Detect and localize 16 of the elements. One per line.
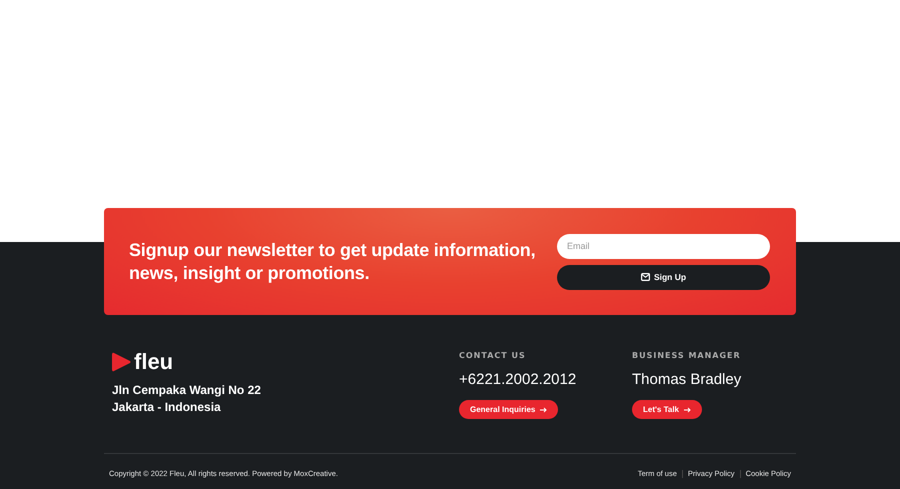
contact-label: CONTACT US [459, 351, 527, 360]
sign-up-button[interactable]: Sign Up [557, 264, 770, 290]
contact-button[interactable]: General Inquiries [459, 400, 558, 419]
contact-value: +6221.2002.2012 [459, 371, 578, 388]
email-field[interactable]: Email [557, 234, 770, 258]
newsletter-heading: Signup our newsletter to get update information, news, insight or promotions. [129, 238, 536, 284]
arrow-right-icon [540, 406, 548, 412]
envelope-icon [640, 273, 650, 281]
arrow-right-icon [684, 406, 691, 412]
play-logo-icon [112, 352, 131, 372]
contact-value: Thomas Bradley [632, 371, 742, 388]
contact-label: BUSINESS MANAGER [632, 351, 742, 360]
contact-button[interactable]: Let's Talk [632, 400, 702, 419]
brand-name: fleu [134, 351, 174, 373]
address-line: Jakarta - Indonesia [112, 399, 222, 416]
address-line: Jln Cempaka Wangi No 22 [112, 382, 262, 399]
